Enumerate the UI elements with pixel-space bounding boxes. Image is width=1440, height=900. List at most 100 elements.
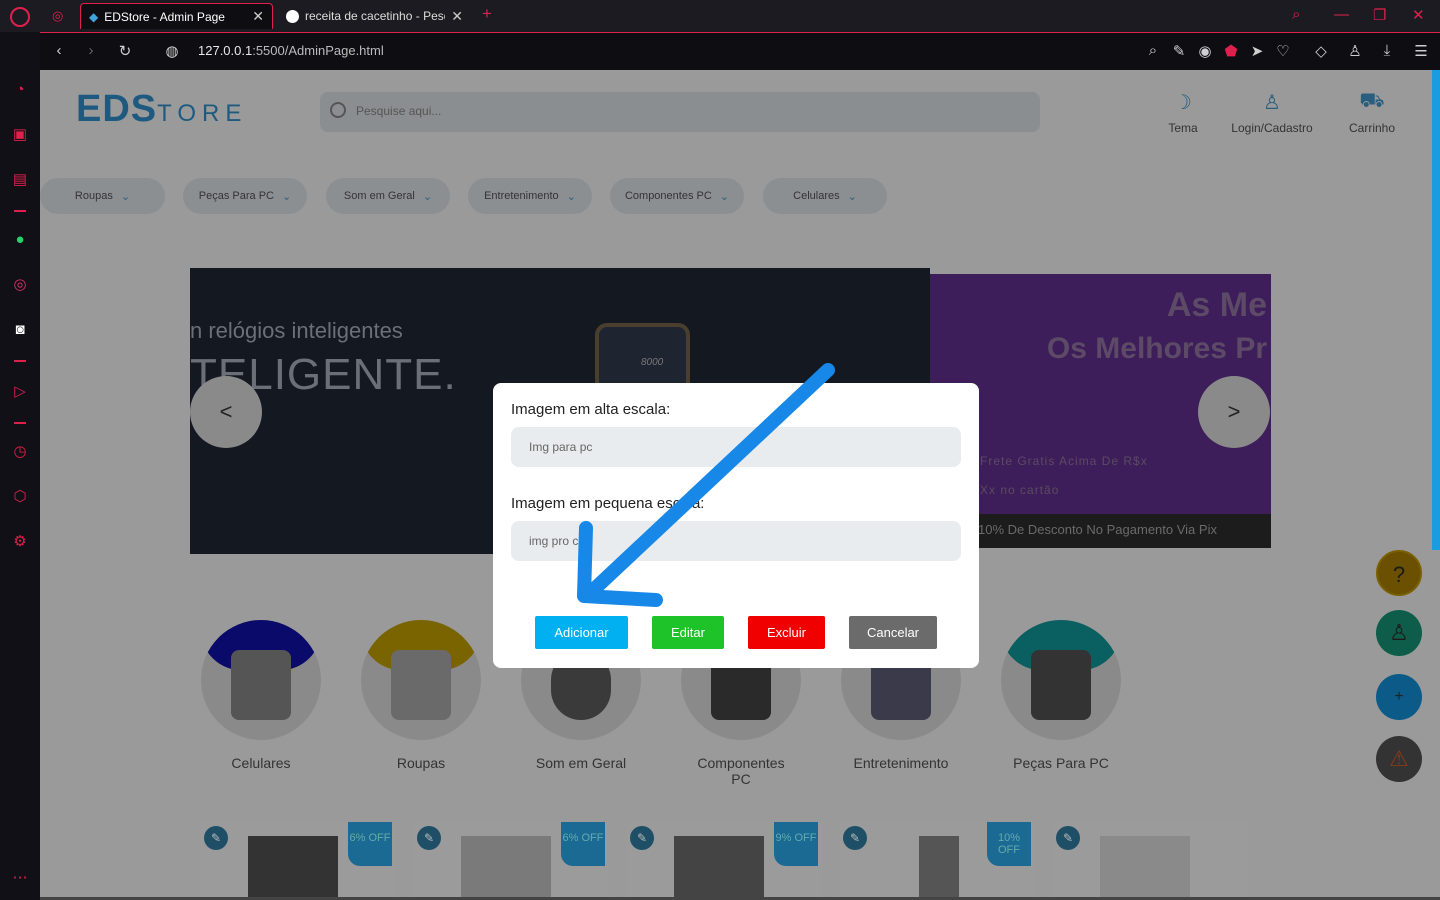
product-card[interactable]: ✎ bbox=[1052, 822, 1248, 900]
promo-footer: 10% De Desconto No Pagamento Via Pix bbox=[930, 514, 1271, 548]
instagram-icon[interactable]: ◎ bbox=[10, 275, 30, 295]
category-label: Som em Geral bbox=[343, 190, 415, 202]
discount-badge: 9% OFF bbox=[774, 822, 818, 866]
chevron-down-icon: ⌄ bbox=[422, 190, 433, 203]
input-low-res[interactable]: img pro c bbox=[511, 521, 961, 561]
history-clock-icon[interactable]: ◷ bbox=[10, 442, 30, 462]
pencil-edit-icon[interactable]: ✎ bbox=[204, 826, 228, 850]
category-componentes[interactable]: Componentes PC ⌄ bbox=[610, 178, 744, 214]
circle-label: Som em Geral bbox=[535, 755, 627, 771]
chevron-down-icon: ⌄ bbox=[847, 190, 857, 203]
send-icon[interactable]: ➤ bbox=[1248, 42, 1266, 60]
forward-icon[interactable]: › bbox=[82, 42, 100, 59]
product-card[interactable]: ✎ 6% OFF bbox=[413, 822, 609, 900]
profile-icon[interactable]: ♙ bbox=[1346, 42, 1364, 60]
edit-button[interactable]: Editar bbox=[652, 616, 724, 649]
close-tab-icon[interactable]: ✕ bbox=[252, 8, 264, 25]
pencil-edit-icon[interactable]: ✎ bbox=[843, 826, 867, 850]
search-bar[interactable]: Pesquise aqui... bbox=[320, 92, 1040, 132]
category-label: Entretenimento bbox=[484, 190, 559, 202]
extensions-cube-icon[interactable]: ⬡ bbox=[10, 487, 30, 507]
add-user-button[interactable]: ♙ bbox=[1376, 610, 1422, 656]
product-card[interactable]: ✎ 6% OFF bbox=[200, 822, 396, 900]
product-card[interactable]: ✎ 10% OFF bbox=[839, 822, 1035, 900]
warning-icon[interactable]: ⚠ bbox=[1376, 736, 1422, 782]
search-icon bbox=[330, 102, 346, 118]
shopping-bag-icon[interactable]: ▣ bbox=[10, 125, 30, 145]
discord-icon[interactable]: ◙ bbox=[10, 320, 30, 340]
twitch-icon[interactable]: ▤ bbox=[10, 170, 30, 190]
restore-icon[interactable]: ❐ bbox=[1373, 6, 1386, 24]
tab-google-search[interactable]: receita de cacetinho - Pesq ✕ bbox=[278, 3, 471, 29]
url-host: 127.0.0.1 bbox=[198, 43, 253, 58]
carousel-next-button[interactable]: > bbox=[1198, 376, 1270, 448]
reload-icon[interactable]: ↻ bbox=[116, 42, 134, 60]
add-image-button[interactable]: Adicionar bbox=[535, 616, 628, 649]
minimize-icon[interactable]: — bbox=[1334, 6, 1349, 23]
tab-title: receita de cacetinho - Pesq bbox=[305, 9, 446, 23]
close-tab-icon[interactable]: ✕ bbox=[451, 8, 463, 25]
settings-gear-icon[interactable]: ⚙ bbox=[10, 532, 30, 552]
banner-subtitle: n relógios inteligentes bbox=[190, 318, 403, 343]
speed-dial-icon[interactable]: ◔ bbox=[10, 80, 30, 100]
help-button[interactable]: ? bbox=[1376, 550, 1422, 596]
globe-icon: ◍ bbox=[165, 43, 179, 60]
promo-line-1: Frete Gratis Acima De R$x bbox=[980, 454, 1148, 468]
gamepad-icon[interactable]: ◎ bbox=[52, 8, 63, 24]
tab-edstore-admin[interactable]: ◆ EDStore - Admin Page ✕ bbox=[80, 3, 273, 29]
back-icon[interactable]: ‹ bbox=[50, 42, 68, 59]
search-tabs-icon[interactable]: ⌕ bbox=[1292, 6, 1300, 23]
add-button[interactable]: + bbox=[1376, 674, 1422, 720]
product-card[interactable]: ✎ 9% OFF bbox=[626, 822, 822, 900]
discount-badge: 6% OFF bbox=[561, 822, 605, 866]
circle-label: Peças Para PC bbox=[1013, 755, 1109, 771]
category-entretenimento[interactable]: Entretenimento ⌄ bbox=[468, 178, 592, 214]
menu-icon[interactable]: ☰ bbox=[1412, 42, 1430, 60]
pencil-edit-icon[interactable]: ✎ bbox=[630, 826, 654, 850]
extensions-cube-icon[interactable]: ◇ bbox=[1312, 42, 1330, 60]
close-window-icon[interactable]: ✕ bbox=[1412, 6, 1425, 24]
scrollbar[interactable] bbox=[1432, 70, 1440, 550]
category-celulares[interactable]: Celulares ⌄ bbox=[763, 178, 887, 214]
placeholder-high-res: Img para pc bbox=[529, 440, 593, 454]
store-logo[interactable]: EDSTORE bbox=[76, 88, 247, 131]
heart-icon[interactable]: ♡ bbox=[1274, 42, 1292, 60]
pencil-edit-icon[interactable]: ✎ bbox=[417, 826, 441, 850]
camera-icon[interactable]: ◉ bbox=[1196, 42, 1214, 60]
circle-label: Roupas bbox=[396, 755, 446, 771]
url-field[interactable]: 127.0.0.1:5500/AdminPage.html bbox=[198, 43, 384, 58]
category-circle-celulares[interactable] bbox=[201, 620, 321, 740]
edit-icon[interactable]: ✎ bbox=[1170, 42, 1188, 60]
category-circle-roupas[interactable] bbox=[361, 620, 481, 740]
cart-label: Carrinho bbox=[1348, 121, 1396, 135]
category-som[interactable]: Som em Geral ⌄ bbox=[326, 178, 450, 214]
cancel-button[interactable]: Cancelar bbox=[849, 616, 937, 649]
opera-logo-icon[interactable] bbox=[10, 7, 30, 27]
address-bar: ‹ › ↻ ◍ 127.0.0.1:5500/AdminPage.html ⌕ … bbox=[40, 32, 1440, 70]
delete-button[interactable]: Excluir bbox=[748, 616, 825, 649]
lens-search-icon[interactable]: ⌕ bbox=[1144, 42, 1162, 59]
cart-icon: ⛟ bbox=[1359, 90, 1385, 112]
category-pecas-pc[interactable]: Peças Para PC ⌄ bbox=[183, 178, 307, 214]
carousel-prev-button[interactable]: < bbox=[190, 376, 262, 448]
tab-title: EDStore - Admin Page bbox=[104, 9, 225, 24]
category-circle-pecas[interactable] bbox=[1001, 620, 1121, 740]
category-label: Peças Para PC bbox=[198, 190, 274, 202]
category-roupas[interactable]: Roupas ⌄ bbox=[40, 178, 165, 214]
input-high-res[interactable]: Img para pc bbox=[511, 427, 961, 467]
download-icon[interactable]: ⤓ bbox=[1378, 42, 1396, 59]
login-button[interactable]: ♙ Login/Cadastro bbox=[1227, 90, 1317, 135]
promo-title-1: As Me bbox=[1166, 286, 1267, 324]
more-icon[interactable]: ⋯ bbox=[10, 868, 30, 888]
adblock-shield-icon[interactable]: ⬟ bbox=[1222, 42, 1240, 60]
theme-button[interactable]: ☽ Tema bbox=[1158, 90, 1208, 135]
promo-line-2: Xx no cartão bbox=[980, 483, 1060, 497]
theme-label: Tema bbox=[1168, 121, 1198, 135]
pencil-edit-icon[interactable]: ✎ bbox=[1056, 826, 1080, 850]
whatsapp-icon[interactable]: ● bbox=[10, 230, 30, 250]
cart-button[interactable]: ⛟ Carrinho bbox=[1342, 90, 1402, 135]
player-icon[interactable]: ▷ bbox=[10, 382, 30, 402]
new-tab-button[interactable]: + bbox=[482, 4, 492, 24]
placeholder-low-res: img pro c bbox=[529, 534, 579, 548]
category-label: Componentes PC bbox=[624, 190, 712, 202]
